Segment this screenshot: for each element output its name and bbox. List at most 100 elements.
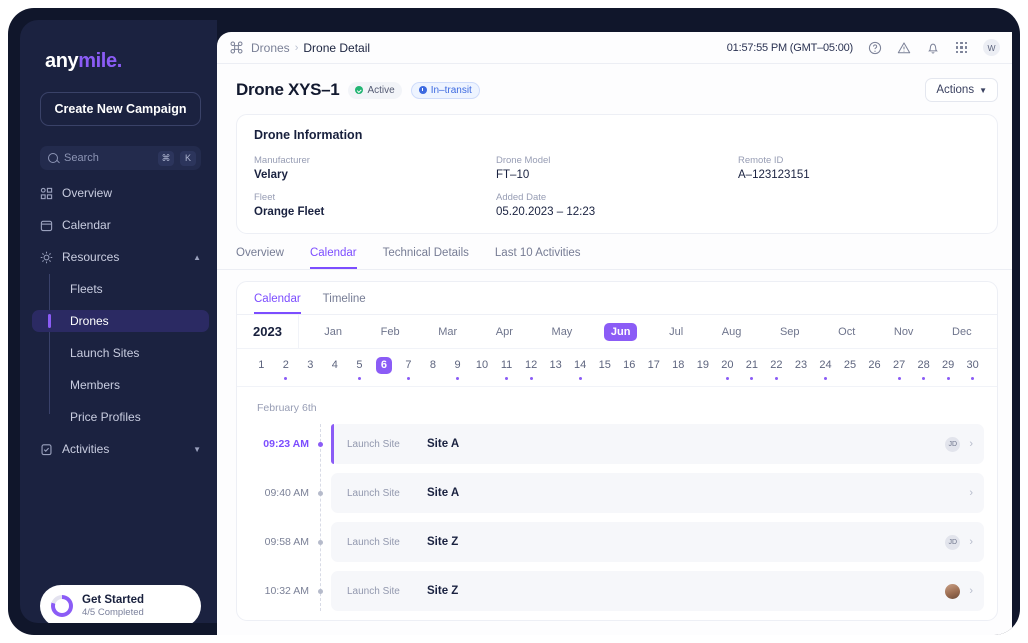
- tab-technical-details[interactable]: Technical Details: [383, 247, 469, 269]
- search-input[interactable]: Search ⌘ K: [40, 146, 201, 170]
- day-cell-4[interactable]: 4: [323, 357, 348, 380]
- event-assignee-avatar[interactable]: JD: [945, 436, 961, 452]
- month-may[interactable]: May: [545, 323, 580, 341]
- day-cell-29[interactable]: 29: [936, 357, 961, 380]
- breadcrumb-drones[interactable]: Drones: [229, 40, 290, 55]
- calendar-view-tabs: Calendar Timeline: [237, 282, 997, 315]
- day-cell-17[interactable]: 17: [642, 357, 667, 380]
- month-selector: 2023 Jan Feb Mar Apr May Jun Jul Aug Sep…: [237, 314, 997, 349]
- day-dot-placeholder: [603, 377, 606, 380]
- month-feb[interactable]: Feb: [374, 323, 407, 341]
- month-jan[interactable]: Jan: [317, 323, 349, 341]
- day-has-events-dot: [897, 377, 901, 380]
- sidebar-item-price-profiles[interactable]: Price Profiles: [32, 406, 209, 428]
- day-number: 29: [942, 359, 955, 371]
- day-cell-18[interactable]: 18: [666, 357, 691, 380]
- info-field-drone-model: Drone Model FT–10: [496, 155, 738, 181]
- actions-button[interactable]: Actions ▼: [925, 78, 998, 102]
- search-icon: [48, 153, 58, 163]
- day-cell-26[interactable]: 26: [862, 357, 887, 380]
- get-started-widget[interactable]: Get Started 4/5 Completed: [40, 585, 201, 623]
- month-sep[interactable]: Sep: [773, 323, 807, 341]
- day-cell-28[interactable]: 28: [911, 357, 936, 380]
- app-logo[interactable]: anymile.: [45, 50, 122, 73]
- month-oct[interactable]: Oct: [831, 323, 862, 341]
- day-cell-30[interactable]: 30: [960, 357, 985, 380]
- day-has-events-dot: [823, 377, 827, 380]
- day-has-events-dot: [922, 377, 926, 380]
- day-cell-9[interactable]: 9: [445, 357, 470, 380]
- breadcrumb-current[interactable]: Drone Detail: [303, 41, 370, 55]
- tab-last-10-activities[interactable]: Last 10 Activities: [495, 247, 581, 269]
- day-cell-20[interactable]: 20: [715, 357, 740, 380]
- sidebar-item-overview[interactable]: Overview: [32, 182, 209, 204]
- day-cell-10[interactable]: 10: [470, 357, 495, 380]
- chevron-right-icon[interactable]: ›: [969, 585, 973, 597]
- tab-calendar-view[interactable]: Calendar: [254, 293, 301, 314]
- day-cell-1[interactable]: 1: [249, 357, 274, 380]
- sidebar-item-calendar[interactable]: Calendar: [32, 214, 209, 236]
- chevron-right-icon[interactable]: ›: [969, 487, 973, 499]
- timeline-dot-icon: [317, 441, 323, 447]
- tab-timeline-view[interactable]: Timeline: [323, 293, 366, 314]
- progress-ring-icon: [51, 595, 73, 617]
- month-jul[interactable]: Jul: [662, 323, 690, 341]
- day-cell-24[interactable]: 24: [813, 357, 838, 380]
- bell-icon[interactable]: [925, 40, 940, 55]
- day-cell-16[interactable]: 16: [617, 357, 642, 380]
- sidebar-item-fleets[interactable]: Fleets: [32, 278, 209, 300]
- month-jun[interactable]: Jun: [603, 322, 638, 341]
- day-cell-23[interactable]: 23: [789, 357, 814, 380]
- event-time: 09:58 AM: [264, 536, 309, 548]
- sidebar-item-activities[interactable]: Activities ▼: [32, 438, 209, 460]
- tab-calendar[interactable]: Calendar: [309, 247, 357, 269]
- event-card[interactable]: Launch Site Site Z ›: [331, 571, 984, 611]
- day-cell-8[interactable]: 8: [421, 357, 446, 380]
- day-number: 26: [868, 359, 881, 371]
- day-cell-14[interactable]: 14: [568, 357, 593, 380]
- help-circle-icon[interactable]: [867, 40, 882, 55]
- logo-dot: .: [116, 50, 123, 72]
- month-nov[interactable]: Nov: [887, 323, 921, 341]
- day-cell-21[interactable]: 21: [740, 357, 765, 380]
- event-card[interactable]: Launch Site Site Z JD ›: [331, 522, 984, 562]
- month-aug[interactable]: Aug: [715, 323, 749, 341]
- day-cell-5[interactable]: 5: [347, 357, 372, 380]
- event-field-label: Launch Site: [347, 487, 400, 499]
- day-cell-13[interactable]: 13: [543, 357, 568, 380]
- main-content: Drones › Drone Detail 01:57:55 PM (GMT–0…: [217, 32, 1012, 635]
- info-field-manufacturer: Manufacturer Velary: [254, 155, 496, 181]
- chevron-right-icon[interactable]: ›: [969, 536, 973, 548]
- day-cell-12[interactable]: 12: [519, 357, 544, 380]
- month-apr[interactable]: Apr: [489, 323, 520, 341]
- sidebar-item-launch-sites[interactable]: Launch Sites: [32, 342, 209, 364]
- user-avatar[interactable]: W: [983, 39, 1000, 56]
- event-assignee-avatar[interactable]: JD: [945, 534, 961, 550]
- day-cell-6[interactable]: 6: [372, 357, 397, 380]
- apps-grid-icon[interactable]: [954, 40, 969, 55]
- create-new-campaign-button[interactable]: Create New Campaign: [40, 92, 201, 126]
- day-cell-2[interactable]: 2: [274, 357, 299, 380]
- sidebar-item-label: Activities: [62, 442, 110, 456]
- day-cell-27[interactable]: 27: [887, 357, 912, 380]
- day-cell-25[interactable]: 25: [838, 357, 863, 380]
- month-dec[interactable]: Dec: [945, 323, 979, 341]
- event-card[interactable]: Launch Site Site A JD ›: [331, 424, 984, 464]
- day-cell-22[interactable]: 22: [764, 357, 789, 380]
- event-assignee-avatar[interactable]: [945, 583, 961, 599]
- sidebar-item-drones[interactable]: Drones: [32, 310, 209, 332]
- kbd-k: K: [180, 150, 196, 166]
- sidebar-item-resources[interactable]: Resources ▲: [32, 246, 209, 268]
- day-cell-3[interactable]: 3: [298, 357, 323, 380]
- day-cell-15[interactable]: 15: [592, 357, 617, 380]
- sidebar-item-members[interactable]: Members: [32, 374, 209, 396]
- event-card[interactable]: Launch Site Site A ›: [331, 473, 984, 513]
- chevron-right-icon[interactable]: ›: [969, 438, 973, 450]
- day-cell-19[interactable]: 19: [691, 357, 716, 380]
- day-cell-11[interactable]: 11: [494, 357, 519, 380]
- day-number: 20: [721, 359, 734, 371]
- warning-triangle-icon[interactable]: [896, 40, 911, 55]
- month-mar[interactable]: Mar: [431, 323, 464, 341]
- day-cell-7[interactable]: 7: [396, 357, 421, 380]
- tab-overview[interactable]: Overview: [236, 247, 284, 269]
